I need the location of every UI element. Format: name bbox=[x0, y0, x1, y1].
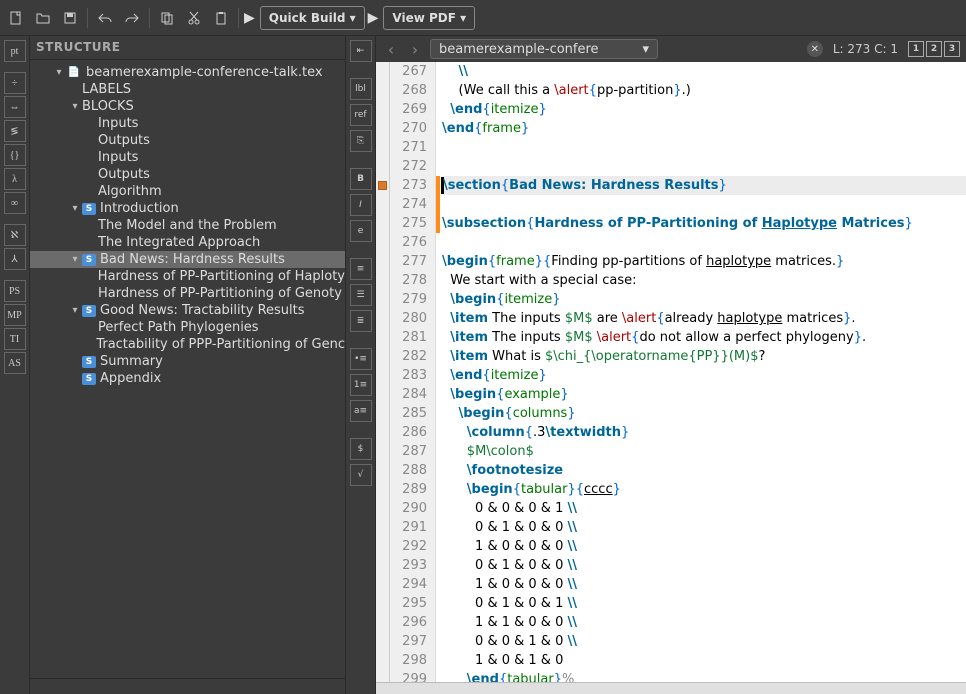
symbol-aleph-icon[interactable]: ℵ bbox=[4, 224, 26, 246]
structure-panel: STRUCTURE ▾📄beamerexample-conference-tal… bbox=[30, 36, 346, 694]
main-toolbar: ▶ Quick Build ▾ ▶ View PDF ▾ bbox=[0, 0, 966, 36]
symbol-ps-icon[interactable]: PS bbox=[4, 280, 26, 302]
editor-header: ‹ › beamerexample-confere ▾ ✕ L: 273 C: 1… bbox=[376, 36, 966, 62]
separator bbox=[87, 8, 88, 28]
tree-item[interactable]: ▾SIntroduction bbox=[30, 200, 345, 217]
separator bbox=[149, 8, 150, 28]
tree-item[interactable]: Hardness of PP-Partitioning of Genoty bbox=[30, 285, 345, 302]
tree-item[interactable]: Hardness of PP-Partitioning of Haploty bbox=[30, 268, 345, 285]
pane-2[interactable]: 2 bbox=[926, 41, 942, 57]
link-tool-icon[interactable]: ⎘ bbox=[350, 130, 372, 152]
editor-icon-strip: ⇤ lbl ref ⎘ B I e ≡ ☰ ≣ •≡ 1≡ a≡ $ √ bbox=[346, 36, 376, 694]
main-area: pt ÷ ⇔ ≶ {} λ ∞ ℵ ⅄ PS MP TI AS STRUCTUR… bbox=[0, 36, 966, 694]
emph-icon[interactable]: e bbox=[350, 220, 372, 242]
paste-icon[interactable] bbox=[209, 6, 233, 30]
symbol-as-icon[interactable]: AS bbox=[4, 352, 26, 374]
italic-icon[interactable]: I bbox=[350, 194, 372, 216]
redo-icon[interactable] bbox=[120, 6, 144, 30]
symbol-mp-icon[interactable]: MP bbox=[4, 304, 26, 326]
quick-build-label: Quick Build bbox=[269, 11, 346, 25]
editor-panel: ‹ › beamerexample-confere ▾ ✕ L: 273 C: 1… bbox=[376, 36, 966, 694]
tree-item[interactable]: Inputs bbox=[30, 149, 345, 166]
symbol-division-icon[interactable]: ÷ bbox=[4, 72, 26, 94]
nav-back-icon[interactable]: ‹ bbox=[382, 40, 400, 59]
tree-item[interactable]: SAppendix bbox=[30, 370, 345, 387]
fold-gutter[interactable] bbox=[376, 62, 390, 682]
collapse-structure-icon[interactable]: ⇤ bbox=[350, 40, 372, 62]
view-pdf-label: View PDF bbox=[392, 11, 456, 25]
run-icon-2[interactable]: ▶ bbox=[368, 10, 379, 26]
tree-item[interactable]: Inputs bbox=[30, 115, 345, 132]
open-file-icon[interactable] bbox=[31, 6, 55, 30]
tree-item[interactable]: The Integrated Approach bbox=[30, 234, 345, 251]
align-center-icon[interactable]: ☰ bbox=[350, 284, 372, 306]
math-inline-icon[interactable]: $ bbox=[350, 438, 372, 460]
structure-scrollbar[interactable] bbox=[30, 678, 345, 694]
tree-item[interactable]: LABELS bbox=[30, 81, 345, 98]
undo-icon[interactable] bbox=[93, 6, 117, 30]
close-document-icon[interactable]: ✕ bbox=[807, 41, 823, 57]
document-name: beamerexample-confere bbox=[439, 42, 599, 57]
align-left-icon[interactable]: ≡ bbox=[350, 258, 372, 280]
copy-icon[interactable] bbox=[155, 6, 179, 30]
save-icon[interactable] bbox=[58, 6, 82, 30]
symbol-braces-icon[interactable]: {} bbox=[4, 144, 26, 166]
list-desc-icon[interactable]: a≡ bbox=[350, 400, 372, 422]
pane-switcher: 1 2 3 bbox=[908, 41, 960, 57]
tree-item[interactable]: ▾SGood News: Tractability Results bbox=[30, 302, 345, 319]
symbol-tree-icon[interactable]: ⅄ bbox=[4, 248, 26, 270]
math-sqrt-icon[interactable]: √ bbox=[350, 464, 372, 486]
tree-item[interactable]: Algorithm bbox=[30, 183, 345, 200]
code-content[interactable]: \\ (We call this a \alert{pp-partition}.… bbox=[440, 62, 966, 682]
symbol-infinity-icon[interactable]: ∞ bbox=[4, 192, 26, 214]
tree-item[interactable]: ▾📄beamerexample-conference-talk.tex bbox=[30, 64, 345, 81]
tree-item[interactable]: Outputs bbox=[30, 166, 345, 183]
list-bullet-icon[interactable]: •≡ bbox=[350, 348, 372, 370]
symbol-leftright-icon[interactable]: ⇔ bbox=[4, 96, 26, 118]
tree-item[interactable]: Perfect Path Phylogenies bbox=[30, 319, 345, 336]
symbol-lessgtr-icon[interactable]: ≶ bbox=[4, 120, 26, 142]
run-icon[interactable]: ▶ bbox=[244, 10, 255, 26]
pane-3[interactable]: 3 bbox=[944, 41, 960, 57]
code-area[interactable]: 2672682692702712722732742752762772782792… bbox=[376, 62, 966, 682]
editor-status: ✕ L: 273 C: 1 1 2 3 bbox=[807, 41, 960, 57]
label-tool-icon[interactable]: lbl bbox=[350, 78, 372, 100]
pane-1[interactable]: 1 bbox=[908, 41, 924, 57]
cut-icon[interactable] bbox=[182, 6, 206, 30]
list-number-icon[interactable]: 1≡ bbox=[350, 374, 372, 396]
view-pdf-button[interactable]: View PDF ▾ bbox=[383, 6, 475, 30]
tree-item[interactable]: ▾BLOCKS bbox=[30, 98, 345, 115]
structure-tree[interactable]: ▾📄beamerexample-conference-talk.texLABEL… bbox=[30, 60, 345, 678]
editor-scrollbar[interactable] bbox=[376, 682, 966, 694]
separator bbox=[238, 8, 239, 28]
bold-icon[interactable]: B bbox=[350, 168, 372, 190]
part-icon[interactable]: pt bbox=[4, 40, 26, 62]
cursor-position: L: 273 C: 1 bbox=[833, 42, 898, 56]
structure-header: STRUCTURE bbox=[30, 36, 345, 60]
chevron-down-icon: ▾ bbox=[642, 42, 649, 57]
symbol-ti-icon[interactable]: TI bbox=[4, 328, 26, 350]
new-file-icon[interactable] bbox=[4, 6, 28, 30]
tree-item[interactable]: Outputs bbox=[30, 132, 345, 149]
left-symbol-strip: pt ÷ ⇔ ≶ {} λ ∞ ℵ ⅄ PS MP TI AS bbox=[0, 36, 30, 694]
document-dropdown[interactable]: beamerexample-confere ▾ bbox=[430, 39, 658, 59]
symbol-lambda-icon[interactable]: λ bbox=[4, 168, 26, 190]
align-right-icon[interactable]: ≣ bbox=[350, 310, 372, 332]
ref-tool-icon[interactable]: ref bbox=[350, 104, 372, 126]
tree-item[interactable]: SSummary bbox=[30, 353, 345, 370]
line-number-gutter: 2672682692702712722732742752762772782792… bbox=[390, 62, 436, 682]
tree-item[interactable]: ▾SBad News: Hardness Results bbox=[30, 251, 345, 268]
nav-forward-icon[interactable]: › bbox=[406, 40, 424, 59]
quick-build-button[interactable]: Quick Build ▾ bbox=[260, 6, 365, 30]
tree-item[interactable]: Tractability of PPP-Partitioning of Genc bbox=[30, 336, 345, 353]
tree-item[interactable]: The Model and the Problem bbox=[30, 217, 345, 234]
